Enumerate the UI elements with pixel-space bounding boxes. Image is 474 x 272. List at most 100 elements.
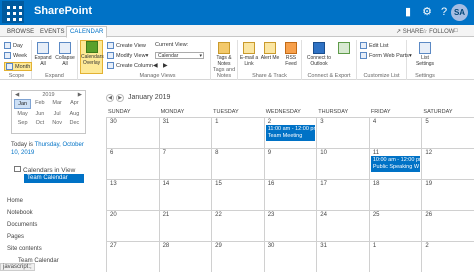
day-cell[interactable]: 26 xyxy=(421,211,474,241)
share-button[interactable]: ↗ SHARE xyxy=(396,28,423,35)
list-settings-button[interactable]: List Settings xyxy=(413,42,437,67)
expand-all-button[interactable]: Expand All xyxy=(33,42,53,67)
month-sep[interactable]: Sep xyxy=(14,119,31,127)
today-text: Today is Thursday, October 10, 2019 xyxy=(11,141,91,157)
day-cell[interactable]: 27 xyxy=(106,242,159,272)
app-launcher-icon[interactable] xyxy=(2,1,24,23)
day-cell[interactable]: 28 xyxy=(158,242,212,272)
tab-calendar[interactable]: CALENDAR xyxy=(66,26,108,38)
calendars-overlay-button[interactable]: Calendars Overlay xyxy=(80,40,104,74)
expand-group-label: Expand xyxy=(45,73,64,79)
day-cell[interactable]: 19 xyxy=(421,180,474,210)
day-cell[interactable]: 9 xyxy=(263,149,317,179)
team-calendar-tag[interactable]: Team Calendar xyxy=(24,174,84,183)
month-button[interactable]: Month xyxy=(4,62,33,71)
gear-icon[interactable]: ⚙ xyxy=(420,5,434,19)
create-column-button[interactable]: Create Column xyxy=(107,62,153,69)
nav-site-contents[interactable]: Site contents xyxy=(7,246,42,252)
tags-group-label: Tags and Notes xyxy=(212,67,236,79)
month-aug[interactable]: Aug xyxy=(66,110,83,118)
avatar[interactable]: SA xyxy=(451,4,468,21)
nav-documents[interactable]: Documents xyxy=(7,222,37,228)
focus-icon[interactable]: □ xyxy=(454,28,458,34)
nav-pages[interactable]: Pages xyxy=(7,234,24,240)
day-cell[interactable]: 13 xyxy=(106,180,159,210)
day-cell[interactable]: 30 xyxy=(263,242,317,272)
export-button[interactable] xyxy=(334,42,354,55)
follow-button[interactable]: ☆ FOLLOW xyxy=(422,28,454,35)
page-left-icon[interactable]: ◀ xyxy=(153,62,158,69)
page-right-icon[interactable]: ▶ xyxy=(163,62,168,69)
envelope-icon xyxy=(243,42,255,54)
edit-list-button[interactable]: Edit List xyxy=(360,42,389,49)
day-cell[interactable]: 31 xyxy=(316,242,369,272)
week-button[interactable]: Week xyxy=(4,52,27,59)
create-view-button[interactable]: Create View xyxy=(107,42,146,49)
week-row: 27 28 29 30 31 1 2 xyxy=(106,241,474,272)
day-cell[interactable]: 17 xyxy=(316,180,369,210)
day-cell[interactable]: 8 xyxy=(211,149,264,179)
day-cell[interactable]: 30 xyxy=(106,118,159,148)
email-link-button[interactable]: E-mail a Link xyxy=(239,42,259,67)
current-view-select[interactable]: Calendar ▾ xyxy=(155,52,204,59)
app-title[interactable]: SharePoint xyxy=(34,5,92,17)
day-cell[interactable]: 15 xyxy=(211,180,264,210)
day-cell[interactable]: 12 xyxy=(421,149,474,179)
month-mar[interactable]: Mar xyxy=(49,99,66,109)
day-cell[interactable]: 2 xyxy=(421,242,474,272)
day-cell[interactable]: 14 xyxy=(158,180,212,210)
month-feb[interactable]: Feb xyxy=(31,99,48,109)
month-dec[interactable]: Dec xyxy=(66,119,83,127)
month-apr[interactable]: Apr xyxy=(66,99,83,109)
ribbon: Day Week Month Scope Expand All Collapse… xyxy=(0,38,474,80)
tags-notes-button[interactable]: Tags & Notes xyxy=(214,42,234,67)
day-cell[interactable]: 22 xyxy=(211,211,264,241)
connect-outlook-button[interactable]: Connect to Outlook xyxy=(306,42,332,67)
prev-year-icon[interactable]: ◀ xyxy=(15,91,19,99)
month-jul[interactable]: Jul xyxy=(49,110,66,118)
day-cell[interactable]: 31 xyxy=(158,118,212,148)
day-cell[interactable]: 21 xyxy=(158,211,212,241)
rss-feed-button[interactable]: RSS Feed xyxy=(281,42,301,67)
month-nov[interactable]: Nov xyxy=(49,119,66,127)
help-icon[interactable]: ? xyxy=(437,5,451,19)
day-cell[interactable]: 5 xyxy=(421,118,474,148)
day-cell[interactable]: 29 xyxy=(211,242,264,272)
day-cell[interactable]: 6 xyxy=(106,149,159,179)
bell-icon[interactable]: ▮ xyxy=(401,5,415,19)
modify-view-button[interactable]: Modify View ▾ xyxy=(107,52,148,59)
month-may[interactable]: May xyxy=(14,110,31,118)
nav-home[interactable]: Home xyxy=(7,198,23,204)
calendar-event[interactable]: 10:00 am - 12:00 pm Public Speaking W xyxy=(370,156,421,172)
day-cell[interactable]: 3 xyxy=(316,118,369,148)
day-cell[interactable]: 16 xyxy=(263,180,317,210)
month-jan[interactable]: Jan xyxy=(14,99,32,109)
day-cell[interactable]: 7 xyxy=(158,149,212,179)
calendar-event[interactable]: 11:00 am - 12:00 pm Team Meeting xyxy=(265,125,316,141)
next-year-icon[interactable]: ▶ xyxy=(78,91,82,99)
day-cell[interactable]: 23 xyxy=(263,211,317,241)
day-cell[interactable]: 20 xyxy=(106,211,159,241)
nav-notebook[interactable]: Notebook xyxy=(7,210,33,216)
month-jun[interactable]: Jun xyxy=(31,110,48,118)
status-bar: javascript:; xyxy=(0,263,35,271)
day-cell[interactable]: 1 xyxy=(211,118,264,148)
tab-browse[interactable]: BROWSE xyxy=(4,27,37,37)
day-cell[interactable]: 25 xyxy=(368,211,422,241)
day-cell[interactable]: 24 xyxy=(316,211,369,241)
form-web-parts-button[interactable]: Form Web Parts ▾ xyxy=(360,52,412,59)
month-oct[interactable]: Oct xyxy=(31,119,48,127)
day-cell[interactable]: 1 xyxy=(368,242,422,272)
day-button[interactable]: Day xyxy=(4,42,23,49)
prev-month-icon[interactable]: ◀ xyxy=(106,94,114,102)
list-settings-label: List Settings xyxy=(415,55,435,67)
day-cell[interactable]: 10 xyxy=(316,149,369,179)
tab-events[interactable]: EVENTS xyxy=(37,27,68,37)
settings-group-label: Settings xyxy=(415,73,435,79)
day-header-sunday: SUNDAY xyxy=(108,109,131,115)
alert-me-button[interactable]: Alert Me xyxy=(260,42,280,61)
next-month-icon[interactable]: ▶ xyxy=(116,94,124,102)
collapse-all-button[interactable]: Collapse All xyxy=(55,42,75,67)
day-cell[interactable]: 4 xyxy=(368,118,422,148)
day-cell[interactable]: 18 xyxy=(368,180,422,210)
